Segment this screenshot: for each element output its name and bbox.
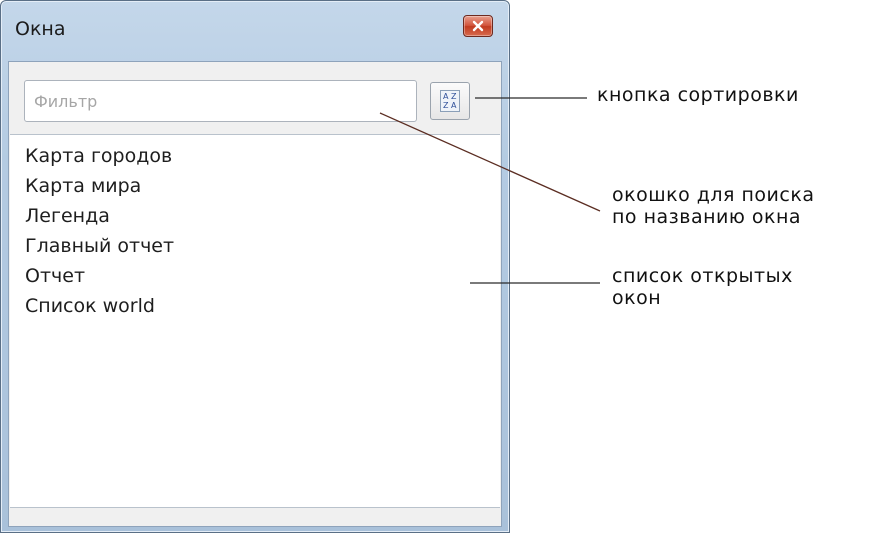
window-list-annotation: список открытых окон [612,265,793,309]
annotation-line: окон [612,287,662,309]
search-field-callout [379,112,601,212]
annotation-line: список открытых [612,265,793,287]
sort-button-annotation: кнопка сортировки [597,84,799,106]
annotation-line: окошко для поиска [612,184,815,206]
search-field-annotation: окошко для поиска по названию окна [612,184,814,228]
annotation-line: по названию окна [612,206,802,228]
